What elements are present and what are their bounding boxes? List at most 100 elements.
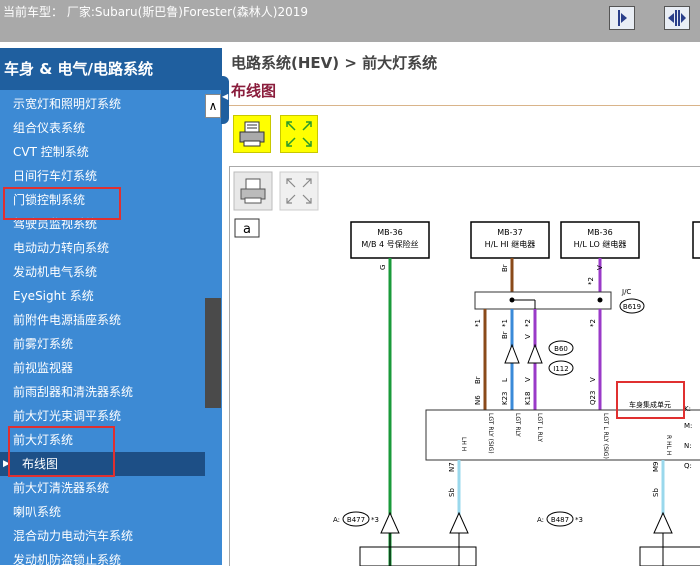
collapse-sidebar-tab[interactable]: ◀ xyxy=(221,76,229,124)
connector-ref: B619 xyxy=(623,303,641,311)
sidebar-heading: 车身 & 电气/电路系统 xyxy=(0,48,222,90)
split-view-icon xyxy=(668,10,686,26)
pin-label: M9 xyxy=(652,462,660,473)
pin-label: K18 xyxy=(524,392,532,406)
sidebar-item[interactable]: 示宽灯和照明灯系统 xyxy=(0,92,205,116)
junction-dot xyxy=(597,297,603,303)
next-page-icon xyxy=(618,10,627,26)
connector-box: MB-37 H/L HI 继电器 xyxy=(470,221,550,259)
jc-label: J/C xyxy=(621,288,631,296)
pin-function-label: LGT L RLY (SIG) xyxy=(602,413,609,459)
connector-prefix: A: xyxy=(537,516,544,524)
wire-color-label: *1 xyxy=(474,319,482,327)
highlight-box xyxy=(8,426,115,477)
junction-connector xyxy=(474,291,612,310)
pin-label: K: xyxy=(684,405,691,413)
wire-color-label: Br xyxy=(501,331,509,339)
wire-color-label: V xyxy=(596,265,604,270)
pin-function-label: R HL H xyxy=(665,435,672,455)
pin-label: Q: xyxy=(684,462,692,470)
sidebar-item[interactable]: 前大灯光束调平系统 xyxy=(0,404,205,428)
connector-box: MB-36 M/B 4 号保险丝 xyxy=(350,221,430,259)
connector-name: H/L LO 继电器 xyxy=(574,239,627,249)
pin-label: M: xyxy=(684,422,692,430)
wire-color-label: L xyxy=(501,378,509,382)
sidebar-item[interactable]: 发动机防盗锁止系统 xyxy=(0,548,205,565)
sidebar-item[interactable]: 组合仪表系统 xyxy=(0,116,205,140)
connector-name: H/L HI 继电器 xyxy=(485,239,536,249)
fullscreen-button[interactable] xyxy=(280,115,318,153)
connector-ref: I112 xyxy=(553,365,568,373)
wire-color-label: *1 xyxy=(501,319,509,327)
chevron-up-icon: ∧ xyxy=(208,99,218,113)
wire-color-label: V xyxy=(589,377,597,382)
wire-color-label: V xyxy=(524,334,532,339)
divider xyxy=(229,105,700,106)
pin-label: N6 xyxy=(474,395,482,405)
top-bar: 当前车型： 厂家:Subaru(斯巴鲁)Forester(森林人)2019 xyxy=(0,0,700,42)
pin-label: N7 xyxy=(448,462,456,472)
diode-symbol xyxy=(504,343,520,364)
connector-ref: B60 xyxy=(554,345,568,353)
connector-name: M/B 4 号保险丝 xyxy=(361,239,418,249)
pin-function-label: LGT RLY (SIG) xyxy=(487,413,494,454)
sidebar-item[interactable]: 前雾灯系统 xyxy=(0,332,205,356)
wire-color-label: *2 xyxy=(589,319,597,327)
vehicle-title: 当前车型： 厂家:Subaru(斯巴鲁)Forester(森林人)2019 xyxy=(3,5,308,19)
sidebar-item[interactable]: 前附件电源插座系统 xyxy=(0,308,205,332)
connector-id: MB-36 xyxy=(377,228,402,237)
sidebar-item[interactable]: 前雨刮器和清洗器系统 xyxy=(0,380,205,404)
pin-function-label: LGT L RLY xyxy=(536,413,543,442)
sidebar-item[interactable]: 混合动力电动汽车系统 xyxy=(0,524,205,548)
sidebar: 车身 & 电气/电路系统 示宽灯和照明灯系统 组合仪表系统 CVT 控制系统 日… xyxy=(0,48,222,565)
wire-color-label: Sb xyxy=(652,488,660,497)
scrollbar-thumb[interactable] xyxy=(205,298,221,408)
scroll-up-button[interactable]: ∧ xyxy=(205,94,221,118)
wire-color-label: *2 xyxy=(524,319,532,327)
page-subtitle: 布线图 xyxy=(231,82,277,100)
pin-label: N: xyxy=(684,442,692,450)
wire-color-label: G xyxy=(379,265,387,270)
pin-label: Q23 xyxy=(589,391,597,405)
headlamp-box xyxy=(639,546,700,566)
wire-color-label: Br xyxy=(501,264,509,272)
wiring-diagram: a MB-36 M/B 4 号保险丝 MB-37 H/L HI 继电器 MB-3… xyxy=(229,166,700,566)
wire-color-label: V xyxy=(524,377,532,382)
wire-color-label: *2 xyxy=(587,277,595,285)
wire-color-label: Br xyxy=(474,376,482,384)
next-page-button[interactable] xyxy=(609,6,635,30)
sidebar-item[interactable]: 前视监视器 xyxy=(0,356,205,380)
sidebar-item[interactable]: 日间行车灯系统 xyxy=(0,164,205,188)
connector-triangle xyxy=(380,511,400,534)
sidebar-item[interactable]: EyeSight 系统 xyxy=(0,284,205,308)
sidebar-item[interactable]: CVT 控制系统 xyxy=(0,140,205,164)
connector-id: MB-36 xyxy=(587,228,612,237)
wiring-diagram-canvas: a MB-36 M/B 4 号保险丝 MB-37 H/L HI 继电器 MB-3… xyxy=(233,171,700,566)
split-view-button[interactable] xyxy=(664,6,690,30)
highlight-box xyxy=(3,187,121,220)
diagram-expand-button[interactable] xyxy=(279,171,319,211)
pin-label: K23 xyxy=(501,392,509,406)
breadcrumb: 电路系统(HEV) > 前大灯系统 xyxy=(231,54,438,72)
connector-prefix: A: xyxy=(333,516,340,524)
sidebar-list: 示宽灯和照明灯系统 组合仪表系统 CVT 控制系统 日间行车灯系统 门锁控制系统… xyxy=(0,92,205,565)
print-button[interactable] xyxy=(233,115,271,153)
expand-icon xyxy=(286,121,312,147)
connector-box-partial xyxy=(692,221,700,259)
connector-triangle xyxy=(653,511,673,534)
pin-function-label: LH H xyxy=(460,437,467,451)
connector-ref: B477 xyxy=(347,516,365,524)
sidebar-item[interactable]: 发动机电气系统 xyxy=(0,260,205,284)
connector-box: MB-36 H/L LO 继电器 xyxy=(560,221,640,259)
chevron-left-icon: ◀ xyxy=(222,92,229,101)
sidebar-item[interactable]: 喇叭系统 xyxy=(0,500,205,524)
wire-note: *3 xyxy=(575,516,583,524)
sidebar-item[interactable]: 前大灯清洗器系统 xyxy=(0,476,205,500)
sidebar-item[interactable]: 电动动力转向系统 xyxy=(0,236,205,260)
connector-triangle xyxy=(449,511,469,534)
connector-id: MB-37 xyxy=(497,228,522,237)
printer-icon xyxy=(239,121,265,147)
wire-color-label: Sb xyxy=(448,488,456,497)
diagram-tag: a xyxy=(243,222,251,237)
connector-ref: B487 xyxy=(551,516,569,524)
